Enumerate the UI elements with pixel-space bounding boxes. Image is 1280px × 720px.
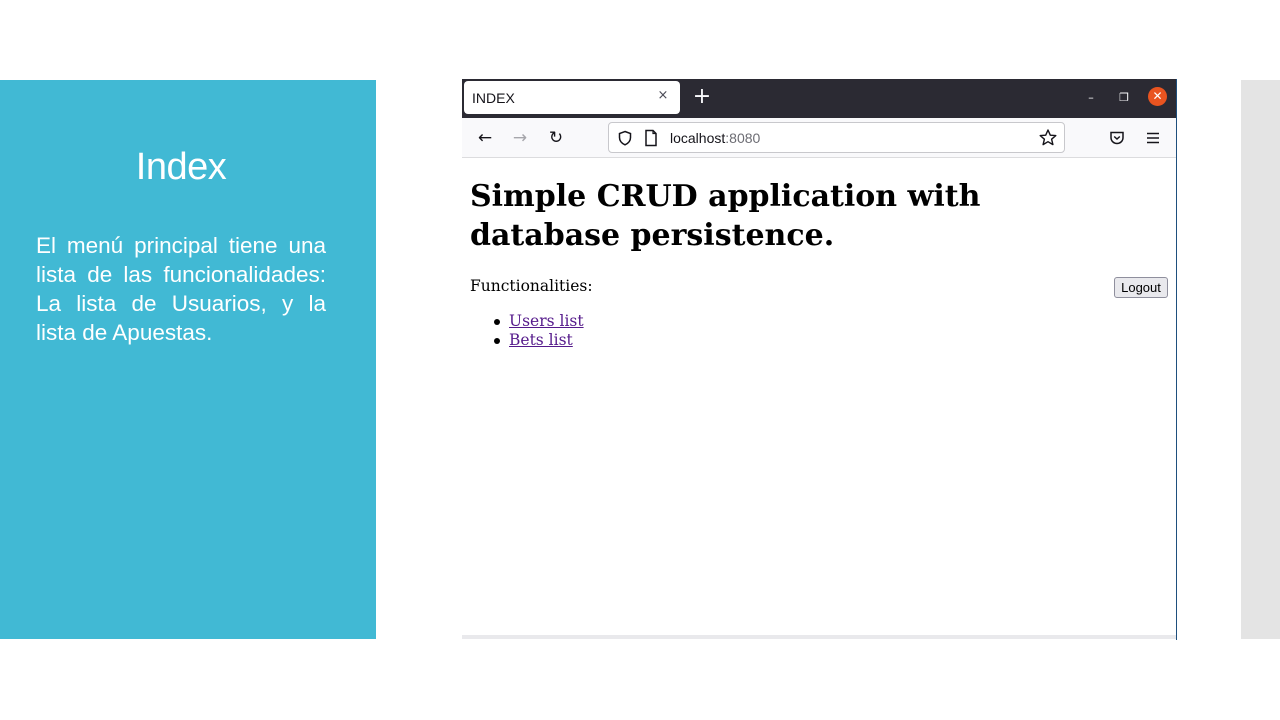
url-port: :8080 (725, 130, 761, 146)
slide-side-strip (1241, 80, 1280, 639)
bullet-icon (494, 338, 500, 344)
slide-title: Index (135, 146, 227, 188)
tracking-protection-shield-icon[interactable] (617, 130, 633, 146)
list-item: Users list (494, 312, 584, 331)
tab-title: INDEX (472, 90, 515, 106)
forward-arrow-icon[interactable]: → (510, 128, 530, 148)
pocket-icon[interactable] (1108, 129, 1126, 147)
maximize-window-button[interactable]: ❐ (1115, 89, 1133, 107)
new-tab-button[interactable]: + (692, 86, 712, 108)
browser-window: INDEX × + – ❐ ✕ ← → ↻ localhost:8080 Sim… (462, 79, 1177, 640)
list-item: Bets list (494, 331, 584, 350)
url-text[interactable]: localhost:8080 (670, 130, 760, 146)
hamburger-menu-icon[interactable] (1144, 129, 1162, 147)
close-window-button[interactable]: ✕ (1148, 87, 1167, 106)
page-content: Simple CRUD application with database pe… (462, 159, 1176, 637)
browser-bottom-edge (462, 635, 1176, 639)
bookmark-star-icon[interactable] (1038, 128, 1058, 148)
minimize-window-button[interactable]: – (1082, 89, 1100, 107)
browser-tab-index[interactable]: INDEX × (464, 81, 680, 114)
back-arrow-icon[interactable]: ← (475, 128, 495, 148)
bets-list-link[interactable]: Bets list (509, 331, 573, 349)
functionalities-label: Functionalities: (470, 277, 593, 295)
functionalities-list: Users list Bets list (494, 312, 584, 350)
page-info-icon[interactable] (643, 129, 659, 147)
browser-navigation-bar: ← → ↻ localhost:8080 (462, 118, 1176, 158)
browser-titlebar: INDEX × + – ❐ ✕ (462, 79, 1176, 118)
page-title: Simple CRUD application with database pe… (470, 179, 981, 253)
slide-description: El menú principal tiene una lista de las… (36, 233, 326, 345)
bullet-icon (494, 319, 500, 325)
address-bar[interactable]: localhost:8080 (608, 122, 1065, 153)
logout-button[interactable]: Logout (1114, 277, 1168, 298)
reload-icon[interactable]: ↻ (546, 128, 566, 148)
users-list-link[interactable]: Users list (509, 312, 584, 330)
url-host: localhost (670, 130, 726, 146)
tab-close-icon[interactable]: × (655, 88, 671, 104)
